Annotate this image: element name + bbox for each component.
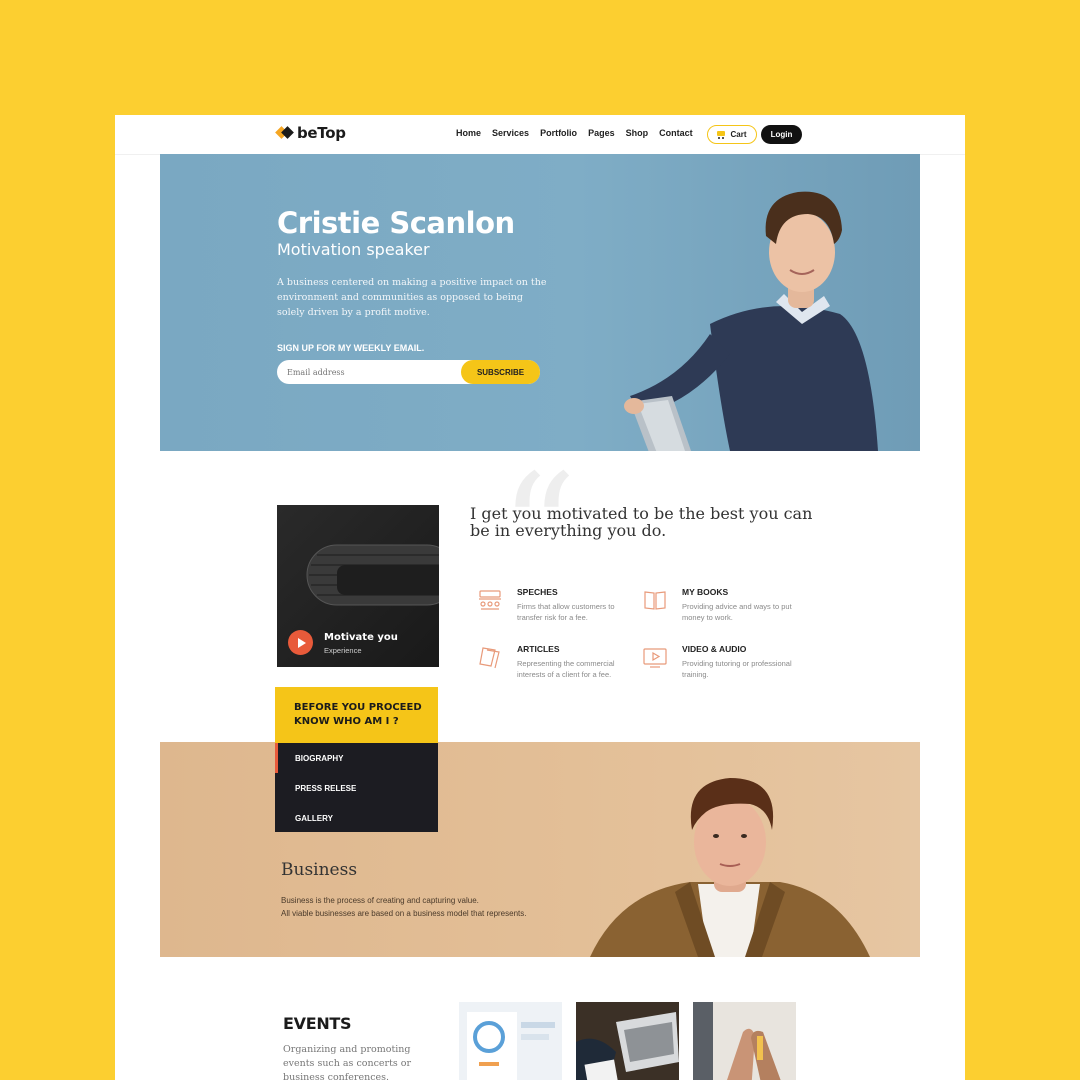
speech-icon	[479, 590, 501, 610]
hero-banner: Cristie Scanlon Motivation speaker A bus…	[160, 154, 920, 451]
business-portrait-image	[590, 778, 870, 957]
logo-text: beTop	[297, 124, 346, 142]
nav-home[interactable]: Home	[456, 128, 481, 138]
about-item-press-release[interactable]: PRESS RELESE	[295, 784, 356, 793]
feature-title: MY BOOKS	[682, 587, 729, 597]
nav-portfolio[interactable]: Portfolio	[540, 128, 577, 138]
site-logo[interactable]: beTop	[275, 124, 346, 142]
events-title: EVENTS	[283, 1014, 352, 1033]
about-list: BIOGRAPHY PRESS RELESE GALLERY	[275, 743, 438, 832]
hero-name: Cristie Scanlon	[277, 206, 515, 240]
business-section: Business Business is the process of crea…	[160, 742, 920, 957]
events-description: Organizing and promoting events such as …	[283, 1044, 412, 1080]
business-line-1: Business is the process of creating and …	[281, 896, 479, 905]
hero-role: Motivation speaker	[277, 240, 430, 259]
cart-icon	[717, 130, 726, 139]
logo-icon	[275, 125, 294, 141]
login-label: Login	[770, 130, 793, 139]
hero-description: A business centered on making a positive…	[277, 277, 547, 318]
nav-services[interactable]: Services	[492, 128, 529, 138]
cart-label: Cart	[730, 130, 747, 139]
nav-pages[interactable]: Pages	[588, 128, 615, 138]
article-icon	[479, 647, 500, 669]
play-icon[interactable]	[288, 630, 313, 655]
about-heading-line-2: KNOW WHO AM I ?	[294, 716, 399, 727]
signup-label: SIGN UP FOR MY WEEKLY EMAIL.	[277, 343, 425, 353]
video-card[interactable]: Motivate you Experience	[277, 505, 439, 667]
web-page: beTop Home Services Portfolio Pages Shop…	[115, 115, 965, 1080]
feature-title: ARTICLES	[517, 644, 560, 654]
microphone-image	[306, 544, 439, 606]
about-item-biography[interactable]: BIOGRAPHY	[295, 754, 343, 763]
event-image-1[interactable]	[459, 1002, 562, 1080]
feature-desc: Providing tutoring or professional train…	[682, 659, 792, 679]
about-heading: BEFORE YOU PROCEED KNOW WHO AM I ?	[275, 687, 438, 743]
business-title: Business	[281, 860, 358, 880]
business-line-2: All viable businesses are based on a bus…	[281, 909, 527, 918]
event-image-2[interactable]	[576, 1002, 679, 1080]
video-icon	[643, 648, 667, 668]
video-subtitle: Experience	[324, 646, 362, 655]
nav-contact[interactable]: Contact	[659, 128, 693, 138]
login-button[interactable]: Login	[761, 125, 802, 144]
hero-portrait-image	[624, 191, 878, 451]
business-text: Business is the process of creating and …	[281, 894, 526, 920]
quote-text: I get you motivated to be the best you c…	[470, 504, 813, 540]
feature-title: SPECHES	[517, 587, 558, 597]
feature-desc: Providing advice and ways to put money t…	[682, 602, 792, 622]
about-item-gallery[interactable]: GALLERY	[295, 814, 333, 823]
active-indicator	[275, 743, 278, 773]
about-heading-line-1: BEFORE YOU PROCEED	[294, 702, 422, 713]
cart-button[interactable]: Cart	[707, 125, 757, 144]
feature-title: VIDEO & AUDIO	[682, 644, 747, 654]
nav-shop[interactable]: Shop	[626, 128, 649, 138]
event-image-3[interactable]	[693, 1002, 796, 1080]
site-header: beTop Home Services Portfolio Pages Shop…	[115, 115, 965, 155]
book-icon	[644, 591, 666, 610]
email-form: SUBSCRIBE	[277, 360, 540, 384]
about-menu: BEFORE YOU PROCEED KNOW WHO AM I ? BIOGR…	[275, 687, 438, 832]
main-nav: Home Services Portfolio Pages Shop Conta…	[456, 128, 693, 138]
email-input[interactable]	[287, 364, 457, 380]
subscribe-button[interactable]: SUBSCRIBE	[461, 360, 540, 384]
feature-desc: Firms that allow customers to transfer r…	[517, 602, 615, 622]
feature-desc: Representing the commercial interests of…	[517, 659, 615, 679]
video-title: Motivate you	[324, 632, 398, 643]
